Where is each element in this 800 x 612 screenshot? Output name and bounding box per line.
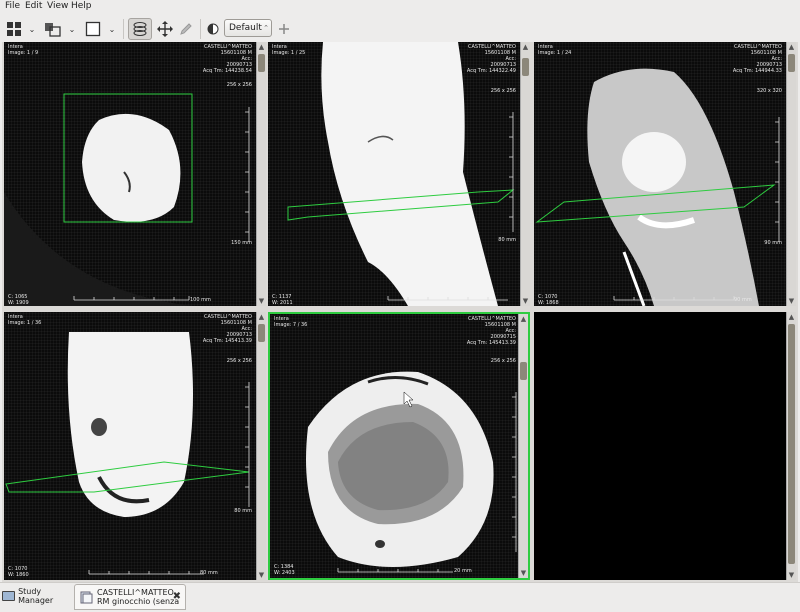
scroll-thumb[interactable] — [788, 54, 795, 72]
overlay-matrix-size: 256 x 256 — [226, 358, 252, 364]
tab-study-manager-label: Study Manager — [18, 587, 54, 605]
study-document-icon — [80, 591, 93, 604]
close-tab-icon[interactable]: ✖ — [173, 591, 181, 602]
viewport-scrollbar[interactable]: ▲ ▼ — [256, 312, 266, 580]
tab-study-patient: CASTELLI^MATTEO — [97, 588, 174, 597]
scroll-up-arrow-icon[interactable]: ▲ — [519, 314, 528, 324]
stack-scroll-icon[interactable] — [128, 18, 152, 40]
series-dropdown-chevron-down-icon[interactable]: ⌄ — [66, 18, 78, 40]
tab-study-description: RM ginocchio (senza — [97, 597, 180, 606]
overlay-scale-label: 80 mm — [498, 237, 516, 243]
scroll-up-arrow-icon[interactable]: ▲ — [257, 42, 266, 52]
spinner-arrows-icon[interactable]: ⌃ — [263, 20, 269, 36]
overlay-top-left: Intera Image: 7 / 36 — [274, 316, 308, 328]
layout-dropdown-chevron-down-icon[interactable]: ⌄ — [26, 18, 38, 40]
scroll-thumb[interactable] — [520, 362, 527, 380]
overlay-scale-label: 20 mm — [454, 568, 472, 574]
overlay-top-right: CASTELLI^MATTEO 15601108 M Acc: 20090713… — [202, 44, 252, 74]
overlay-matrix-size: 256 x 256 — [226, 82, 252, 88]
overlay-top-left: Intera Image: 1 / 36 — [8, 314, 42, 326]
viewport-scrollbar[interactable]: ▲ ▼ — [256, 42, 266, 306]
mri-anatomy — [4, 93, 250, 306]
scroll-thumb[interactable] — [522, 58, 529, 76]
scroll-down-arrow-icon[interactable]: ▼ — [787, 296, 796, 306]
viewport-scrollbar[interactable]: ▲ ▼ — [520, 42, 530, 306]
series-layout-icon[interactable] — [42, 18, 64, 40]
monitor-icon — [2, 591, 16, 601]
scroll-down-arrow-icon[interactable]: ▼ — [257, 570, 266, 580]
viewport-4[interactable]: Intera Image: 1 / 36 CASTELLI^MATTEO 156… — [4, 312, 266, 580]
viewport-scrollbar[interactable]: ▲ ▼ — [518, 314, 528, 578]
overlay-matrix-size: 256 x 256 — [490, 358, 516, 364]
menu-file[interactable]: File — [5, 1, 20, 11]
overlay-scale-label: 90 mm — [764, 240, 782, 246]
scroll-up-arrow-icon[interactable]: ▲ — [787, 42, 796, 52]
view-dropdown-chevron-down-icon[interactable]: ⌄ — [106, 18, 118, 40]
viewport-6-empty[interactable]: ▲ ▼ — [534, 312, 796, 580]
overlay-top-right: CASTELLI^MATTEO 15601108 M Acc: 20090713… — [202, 314, 252, 344]
tab-study-manager[interactable]: Study Manager — [2, 585, 74, 607]
overlay-matrix-size: 256 x 256 — [490, 88, 516, 94]
viewport-1[interactable]: Intera Image: 1 / 9 CASTELLI^MATTEO 1560… — [4, 42, 266, 306]
mri-anatomy — [287, 42, 515, 306]
empty-viewport-area[interactable] — [534, 312, 786, 580]
pan-move-icon[interactable] — [154, 18, 176, 40]
toolbar-separator — [200, 19, 201, 39]
overlay-top-left: Intera Image: 1 / 24 — [538, 44, 572, 56]
overlay-top-left: Intera Image: 1 / 25 — [272, 44, 306, 56]
overlay-top-left: Intera Image: 1 / 9 — [8, 44, 39, 56]
mri-anatomy — [5, 332, 250, 575]
overlay-top-right: CASTELLI^MATTEO 15601108 M Acc: 20090715… — [466, 316, 516, 346]
overlay-matrix-size: 320 x 320 — [756, 88, 782, 94]
scroll-thumb[interactable] — [258, 54, 265, 72]
window-preset-value: Default — [229, 23, 262, 33]
add-icon[interactable] — [276, 18, 292, 40]
menu-bar: File Edit View Help — [0, 0, 800, 14]
overlay-bottom-left: C: 1065 W: 1909 — [8, 294, 29, 306]
menu-help[interactable]: Help — [71, 1, 92, 11]
toolbar: ⌄ ⌄ ⌄ — [0, 14, 800, 42]
menu-view[interactable]: View — [47, 1, 68, 11]
scroll-up-arrow-icon[interactable]: ▲ — [521, 42, 530, 52]
scroll-up-arrow-icon[interactable]: ▲ — [257, 312, 266, 322]
annotation-pencil-icon[interactable] — [176, 18, 196, 40]
overlay-scale-label: 90 mm — [734, 297, 752, 303]
viewer-area: Intera Image: 1 / 9 CASTELLI^MATTEO 1560… — [2, 42, 798, 582]
viewport-5-active[interactable]: Intera Image: 7 / 36 CASTELLI^MATTEO 156… — [268, 312, 530, 580]
scroll-down-arrow-icon[interactable]: ▼ — [257, 296, 266, 306]
viewport-2[interactable]: Intera Image: 1 / 25 CASTELLI^MATTEO 156… — [268, 42, 530, 306]
overlay-scale-label: 80 mm — [234, 508, 252, 514]
overlay-bottom-left: C: 1384 W: 2403 — [274, 564, 295, 576]
overlay-top-right: CASTELLI^MATTEO 15601108 M Acc: 20090713… — [732, 44, 782, 74]
viewport-scrollbar[interactable]: ▲ ▼ — [786, 42, 796, 306]
overlay-top-right: CASTELLI^MATTEO 15601108 M Acc: 20090713… — [466, 44, 516, 74]
window-level-icon[interactable] — [205, 18, 221, 40]
viewport-scrollbar[interactable]: ▲ ▼ — [786, 312, 796, 580]
window-preset-select[interactable]: Default ⌃ — [224, 19, 272, 37]
overlay-bottom-left: C: 1070 W: 1868 — [538, 294, 559, 306]
viewport-3[interactable]: Intera Image: 1 / 24 CASTELLI^MATTEO 156… — [534, 42, 796, 306]
layout-grid-icon[interactable] — [4, 18, 24, 40]
single-view-square-icon[interactable] — [82, 18, 104, 40]
toolbar-separator — [123, 19, 124, 39]
scroll-down-arrow-icon[interactable]: ▼ — [519, 568, 528, 578]
scroll-down-arrow-icon[interactable]: ▼ — [787, 570, 796, 580]
scroll-thumb[interactable] — [258, 324, 265, 342]
overlay-scale-label: 100 mm — [190, 297, 211, 303]
overlay-bottom-left: C: 1070 W: 1860 — [8, 566, 29, 578]
scroll-thumb[interactable] — [788, 324, 795, 564]
scroll-down-arrow-icon[interactable]: ▼ — [521, 296, 530, 306]
scroll-up-arrow-icon[interactable]: ▲ — [787, 312, 796, 322]
menu-edit[interactable]: Edit — [25, 1, 42, 11]
overlay-scale-label: 80 mm — [200, 570, 218, 576]
overlay-bottom-left: C: 1137 W: 2011 — [272, 294, 293, 306]
mri-anatomy — [535, 68, 780, 306]
overlay-scale-label: 150 mm — [231, 240, 252, 246]
tab-study[interactable]: CASTELLI^MATTEO RM ginocchio (senza ✖ — [74, 584, 186, 610]
mri-anatomy — [306, 371, 517, 573]
